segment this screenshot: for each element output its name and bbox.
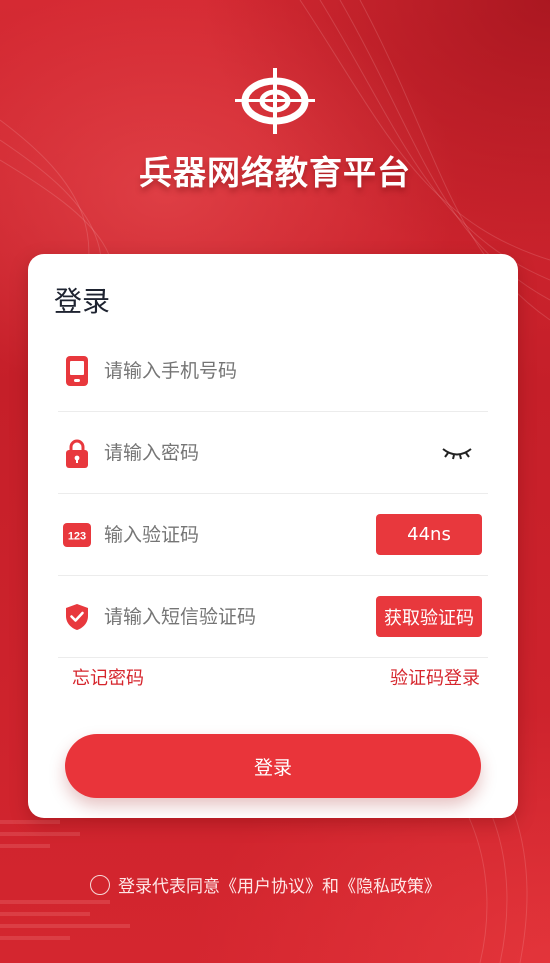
captcha-row: 123 44ns bbox=[58, 494, 488, 576]
password-input[interactable] bbox=[104, 432, 440, 473]
phone-icon bbox=[62, 355, 92, 386]
forgot-password-link[interactable]: 忘记密码 bbox=[72, 664, 144, 690]
code-login-link[interactable]: 验证码登录 bbox=[390, 664, 480, 690]
login-title: 登录 bbox=[54, 285, 111, 318]
login-card: 登录 请输入手机号码 123 输入验证码 44ns 请输入短信验证码 获取验证码… bbox=[28, 254, 518, 818]
agreement-row: 登录代表同意 《用户协议》 和 《隐私政策》 bbox=[90, 872, 441, 897]
sms-code-input[interactable] bbox=[104, 596, 376, 637]
password-row bbox=[58, 412, 488, 494]
privacy-policy-link[interactable]: 《隐私政策》 bbox=[339, 872, 441, 897]
shield-check-icon bbox=[62, 602, 92, 632]
user-agreement-link[interactable]: 《用户协议》 bbox=[220, 872, 322, 897]
auth-links: 忘记密码 验证码登录 bbox=[72, 664, 480, 690]
sms-row: 获取验证码 bbox=[58, 576, 488, 658]
lock-icon bbox=[62, 438, 92, 468]
captcha-123-icon: 123 bbox=[62, 520, 92, 550]
phone-row bbox=[58, 330, 488, 412]
agreement-radio[interactable] bbox=[90, 874, 110, 895]
svg-text:123: 123 bbox=[68, 530, 86, 542]
captcha-input[interactable] bbox=[104, 514, 376, 555]
eye-closed-icon[interactable] bbox=[440, 442, 474, 464]
agreement-prefix: 登录代表同意 bbox=[118, 877, 220, 897]
login-button[interactable]: 登录 bbox=[65, 734, 481, 798]
get-sms-code-button[interactable]: 获取验证码 bbox=[376, 596, 482, 637]
logo-icon bbox=[235, 68, 315, 134]
logo-block: 兵器网络教育平台 bbox=[0, 66, 550, 194]
app-title: 兵器网络教育平台 bbox=[139, 153, 411, 192]
captcha-image-button[interactable]: 44ns bbox=[376, 514, 482, 555]
phone-input[interactable] bbox=[104, 350, 488, 391]
agreement-and: 和 bbox=[322, 877, 339, 897]
